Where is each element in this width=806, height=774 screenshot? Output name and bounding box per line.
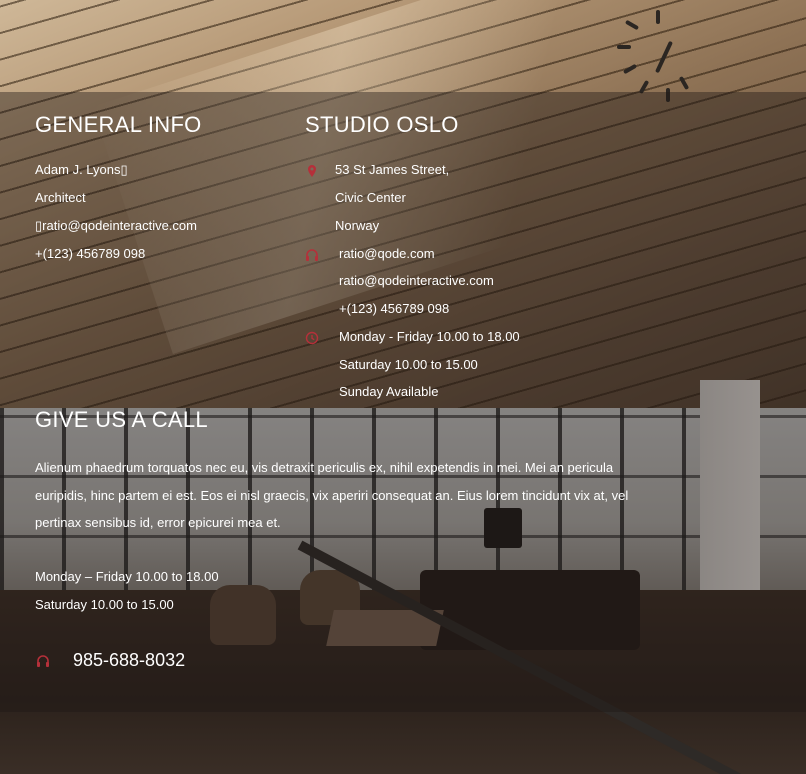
- contact-name: Adam J. Lyons▯: [35, 162, 128, 177]
- studio-address-line: 53 St James Street,: [335, 162, 450, 177]
- studio-hours-line: Monday - Friday 10.00 to 18.00: [339, 329, 520, 344]
- headphones-icon: [36, 654, 50, 668]
- call-hours-weekday: Monday – Friday 10.00 to 18.00: [35, 569, 219, 584]
- general-info-heading: GENERAL INFO: [35, 112, 202, 137]
- contact-section: GENERAL INFO Adam J. Lyons▯ Architect ▯r…: [0, 0, 806, 774]
- contact-role: Architect: [35, 190, 86, 205]
- studio-email-link[interactable]: ratio@qodeinteractive.com: [339, 274, 494, 287]
- studio-phone-link[interactable]: +(123) 456789 098: [339, 302, 449, 315]
- studio-address-line: Civic Center: [335, 190, 406, 205]
- contact-phone-link[interactable]: +(123) 456789 098: [35, 247, 145, 260]
- studio-heading: STUDIO OSLO: [305, 112, 459, 137]
- headphones-icon: [305, 248, 319, 262]
- contact-email-link[interactable]: ▯ratio@qodeinteractive.com: [35, 219, 197, 232]
- studio-hours-line: Saturday 10.00 to 15.00: [339, 357, 478, 372]
- map-pin-icon: [305, 164, 319, 178]
- call-phone-link[interactable]: 985-688-8032: [73, 651, 185, 669]
- call-heading: GIVE US A CALL: [35, 407, 208, 432]
- studio-address-line: Norway: [335, 218, 380, 233]
- studio-email-link[interactable]: ratio@qode.com: [339, 247, 435, 260]
- call-description: Alienum phaedrum torquatos nec eu, vis d…: [35, 460, 629, 530]
- call-hours-saturday: Saturday 10.00 to 15.00: [35, 597, 174, 612]
- studio-hours-line: Sunday Available: [339, 384, 439, 399]
- clock-icon: [305, 331, 319, 345]
